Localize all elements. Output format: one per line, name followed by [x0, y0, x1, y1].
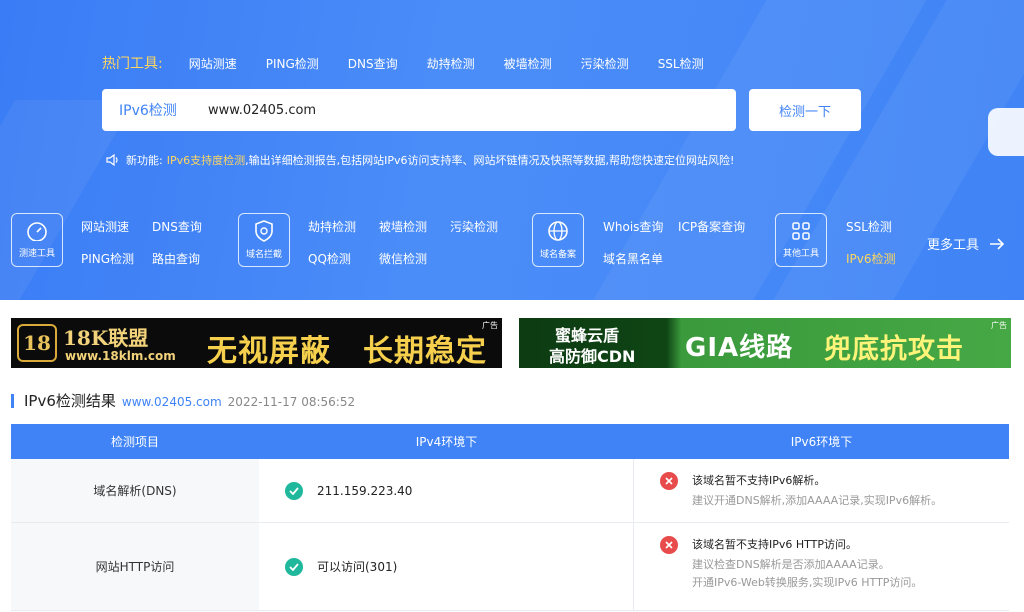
ad-18k-slogan2: 长期稳定: [363, 334, 487, 368]
table-header: 检测项目 IPv4环境下 IPv6环境下: [11, 424, 1009, 459]
ad-banner-cdn[interactable]: 蜜蜂云盾 高防御CDN GIA线路 兜底抗攻击 广告: [519, 318, 1011, 368]
category-speed-tools[interactable]: 测速工具: [11, 213, 63, 267]
result-header: IPv6检测结果 www.02405.com 2022-11-17 08:56:…: [11, 390, 355, 411]
notice-highlight-link[interactable]: IPv6支持度检测: [167, 152, 245, 168]
tool-link[interactable]: ICP备案查询: [678, 218, 745, 235]
hot-link-pollution[interactable]: 污染检测: [581, 55, 629, 72]
category-label: 域名拦截: [245, 250, 282, 260]
tool-link[interactable]: 域名黑名单: [603, 250, 663, 267]
hero-banner: 热门工具: 网站测速 PING检测 DNS查询 劫持检测 被墙检测 污染检测 S…: [0, 0, 1024, 300]
tool-link[interactable]: PING检测: [81, 250, 134, 267]
notice-text: ,输出详细检测报告,包括网站IPv6访问支持率、网站坏链情况及快照等数据,帮助您…: [245, 154, 735, 167]
table-row: 域名解析(DNS) 211.159.223.40 该域名暂不支持IPv6解析。 …: [11, 459, 1009, 523]
row-ipv4-value: 211.159.223.40: [317, 483, 413, 498]
check-button[interactable]: 检测一下: [749, 89, 861, 131]
ad-cdn-line2: 高防御CDN: [549, 347, 636, 366]
ad-tag: 广告: [482, 321, 498, 330]
row-ipv6-cell: 该域名暂不支持IPv6解析。 建议开通DNS解析,添加AAAA记录,实现IPv6…: [634, 459, 1009, 522]
hot-link-hijack[interactable]: 劫持检测: [427, 55, 475, 72]
error-icon: [660, 472, 678, 490]
hot-tools-title: 热门工具:: [102, 56, 163, 72]
tool-link[interactable]: 被墙检测: [379, 218, 427, 235]
row-ipv6-suggestion: 建议检查DNS解析是否添加AAAA记录。: [692, 558, 890, 571]
check-icon: [285, 557, 303, 576]
header-item: 检测项目: [110, 435, 159, 449]
tool-link[interactable]: 网站测速: [81, 218, 129, 235]
category-other-tools[interactable]: 其他工具: [775, 213, 827, 267]
tool-link[interactable]: 污染检测: [450, 218, 498, 235]
row-ipv4-cell: 211.159.223.40: [259, 459, 634, 522]
hot-link-wall[interactable]: 被墙检测: [504, 55, 552, 72]
row-item: 域名解析(DNS): [11, 459, 259, 522]
hot-link-ssl[interactable]: SSL检测: [658, 55, 704, 72]
result-domain-link[interactable]: www.02405.com: [122, 395, 222, 409]
search-bar: IPv6检测 www.02405.com: [102, 89, 736, 131]
row-ipv6-title: 该域名暂不支持IPv6 HTTP访问。: [692, 538, 858, 551]
search-input[interactable]: www.02405.com: [208, 103, 316, 118]
hot-link-speed[interactable]: 网站测速: [189, 55, 237, 72]
category-domain-icp[interactable]: 域名备案: [532, 213, 584, 267]
tool-link[interactable]: 劫持检测: [308, 218, 356, 235]
header-ipv6: IPv6环境下: [790, 435, 853, 449]
header-ipv4: IPv4环境下: [415, 435, 478, 449]
error-icon: [660, 536, 678, 554]
grid-icon: [792, 222, 810, 240]
result-table: 检测项目 IPv4环境下 IPv6环境下 域名解析(DNS) 211.159.2…: [11, 424, 1009, 611]
hot-tools: 热门工具: 网站测速 PING检测 DNS查询 劫持检测 被墙检测 污染检测 S…: [102, 53, 733, 73]
tool-link[interactable]: 微信检测: [379, 250, 427, 267]
category-domain-block[interactable]: 域名拦截: [238, 213, 290, 267]
globe-icon: [548, 221, 568, 241]
check-icon: [285, 481, 303, 500]
ad-cdn-slogan2: 兜底抗攻击: [824, 334, 964, 365]
title-accent-bar: [11, 393, 14, 408]
row-ipv4-value: 可以访问(301): [317, 560, 398, 574]
arrow-right-icon: [990, 237, 1005, 250]
tool-link[interactable]: SSL检测: [846, 218, 892, 235]
ad-18k-slogan1: 无视屏蔽: [207, 334, 331, 368]
ad-banner-18k[interactable]: 18 18K联盟 www.18klm.com 无视屏蔽 长期稳定 广告: [11, 318, 502, 368]
tool-link-active[interactable]: IPv6检测: [846, 250, 896, 267]
row-ipv4-cell: 可以访问(301): [259, 523, 634, 610]
category-label: 域名备案: [539, 250, 576, 260]
ad-cdn-slogan1: GIA线路: [685, 333, 794, 363]
search-type-select[interactable]: IPv6检测: [102, 100, 208, 120]
row-ipv6-cell: 该域名暂不支持IPv6 HTTP访问。 建议检查DNS解析是否添加AAAA记录。…: [634, 523, 1009, 610]
speaker-icon: [106, 154, 118, 166]
result-time: 2022-11-17 08:56:52: [227, 395, 356, 409]
hot-link-dns[interactable]: DNS查询: [348, 55, 398, 72]
table-row: 网站HTTP访问 可以访问(301) 该域名暂不支持IPv6 HTTP访问。 建…: [11, 523, 1009, 611]
ad-18k-site: www.18klm.com: [65, 349, 176, 363]
more-tools-link[interactable]: 更多工具: [927, 234, 1005, 253]
tool-link[interactable]: Whois查询: [603, 218, 663, 235]
row-ipv6-suggestion: 开通IPv6-Web转换服务,实现IPv6 HTTP访问。: [692, 576, 923, 589]
ad-18k-logo: 18: [17, 324, 57, 362]
notice-bar: 新功能: IPv6支持度检测 ,输出详细检测报告,包括网站IPv6访问支持率、网…: [106, 152, 734, 168]
row-ipv6-title: 该域名暂不支持IPv6解析。: [692, 474, 826, 487]
shield-icon: [255, 220, 273, 242]
result-title: IPv6检测结果: [24, 392, 116, 410]
hot-link-ping[interactable]: PING检测: [266, 55, 319, 72]
speedometer-icon: [27, 222, 47, 241]
row-item: 网站HTTP访问: [11, 523, 259, 610]
more-tools-label: 更多工具: [927, 238, 980, 253]
tool-link[interactable]: DNS查询: [152, 218, 202, 235]
decor-logo-icon: [988, 108, 1024, 156]
tool-link[interactable]: 路由查询: [152, 250, 200, 267]
tool-link[interactable]: QQ检测: [308, 250, 351, 267]
category-label: 其他工具: [782, 249, 819, 259]
notice-prefix: 新功能:: [126, 154, 163, 167]
ad-tag: 广告: [991, 321, 1007, 330]
row-ipv6-suggestion: 建议开通DNS解析,添加AAAA记录,实现IPv6解析。: [692, 494, 943, 507]
ad-18k-brand: 18K联盟: [63, 326, 149, 350]
category-label: 测速工具: [18, 249, 55, 259]
